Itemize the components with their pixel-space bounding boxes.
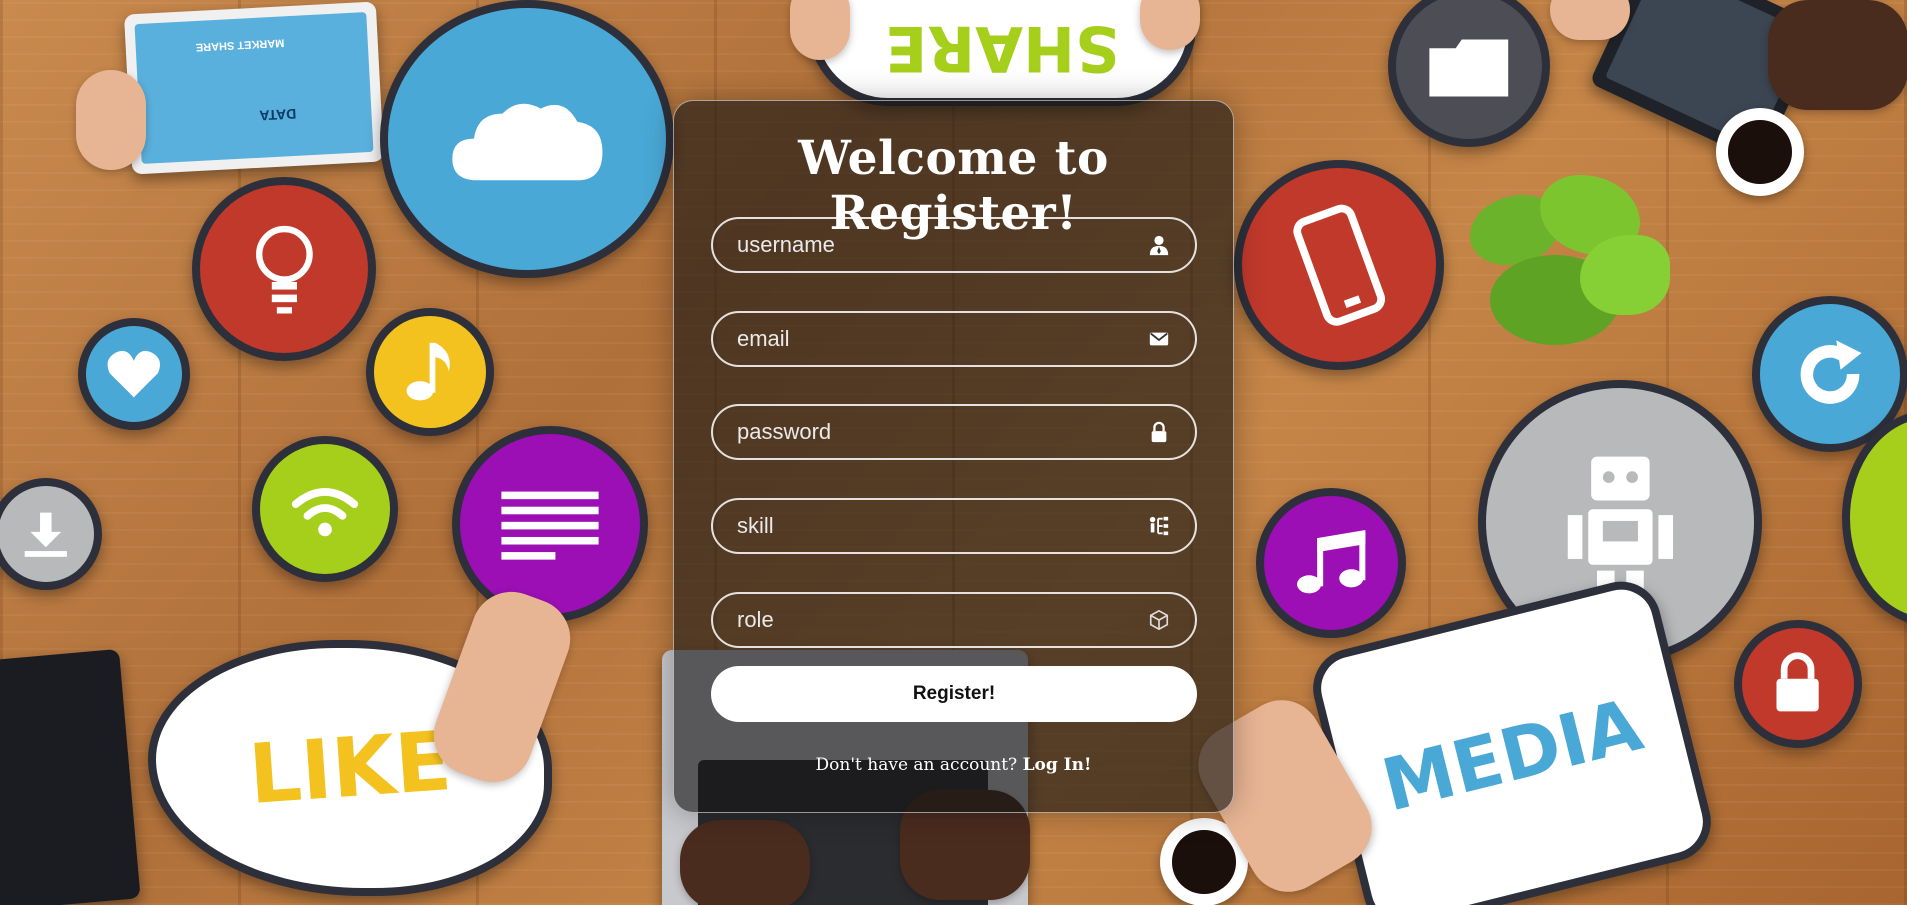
username-input[interactable] — [713, 231, 1147, 259]
wifi-icon — [291, 488, 359, 537]
hand-top-left — [76, 70, 146, 170]
smartphone-icon — [1293, 204, 1385, 326]
lock-icon — [1147, 420, 1171, 444]
tablet-image: MARKET SHARE DATA — [123, 1, 385, 175]
music-disc — [1256, 488, 1406, 638]
skill-field[interactable] — [711, 498, 1197, 554]
login-prompt: Don't have an account? Log In! — [674, 755, 1233, 775]
cube-icon — [1147, 608, 1171, 632]
refresh-icon — [1800, 340, 1862, 404]
cloud-icon — [451, 104, 603, 181]
password-field[interactable] — [711, 404, 1197, 460]
role-input[interactable] — [713, 606, 1147, 634]
role-field[interactable] — [711, 592, 1197, 648]
media-text: MEDIA — [1374, 682, 1650, 828]
coffee-cup-right — [1716, 108, 1804, 196]
download-disc — [0, 478, 102, 590]
music-note-disc — [366, 308, 494, 436]
folder-icon — [1429, 39, 1509, 97]
hand-laptop-left — [680, 820, 810, 905]
login-link[interactable]: Log In! — [1023, 755, 1092, 775]
phone-disc — [1234, 160, 1444, 370]
share-bubble: SHARE — [808, 0, 1196, 106]
padlock-icon — [1776, 652, 1820, 712]
share-text: SHARE — [884, 11, 1120, 85]
cloud-disc — [380, 0, 674, 278]
tablet-bottom-left-image — [0, 648, 141, 905]
folder-disc — [1388, 0, 1550, 147]
skill-input[interactable] — [713, 512, 1147, 540]
hand-top-right — [1550, 0, 1630, 40]
lightbulb-disc — [192, 177, 376, 361]
tablet-text-data: DATA — [259, 105, 297, 124]
envelope-icon — [1147, 327, 1171, 351]
password-input[interactable] — [713, 418, 1147, 446]
heart-icon — [107, 351, 161, 398]
user-icon — [1147, 233, 1171, 257]
document-disc — [452, 426, 648, 622]
lock-disc — [1734, 620, 1862, 748]
hand-top-center-left — [790, 0, 850, 60]
plant-image — [1450, 175, 1680, 365]
hierarchy-icon — [1147, 514, 1171, 538]
register-button[interactable]: Register! — [711, 666, 1197, 722]
username-field[interactable] — [711, 217, 1197, 273]
like-text: LIKE — [245, 713, 455, 823]
register-card: Welcome to Register! Register! Don't hav… — [673, 100, 1234, 813]
email-input[interactable] — [713, 325, 1147, 353]
lightbulb-icon — [255, 225, 313, 314]
document-lines-icon — [501, 491, 599, 560]
hand-top-far-right — [1768, 0, 1907, 110]
wifi-disc — [252, 436, 398, 582]
email-field[interactable] — [711, 311, 1197, 367]
heart-disc — [78, 318, 190, 430]
robot-icon — [1567, 456, 1673, 597]
download-icon — [24, 512, 68, 558]
music-notes-icon — [1296, 529, 1366, 594]
music-note-icon — [406, 343, 451, 401]
login-prompt-text: Don't have an account? — [815, 755, 1018, 775]
